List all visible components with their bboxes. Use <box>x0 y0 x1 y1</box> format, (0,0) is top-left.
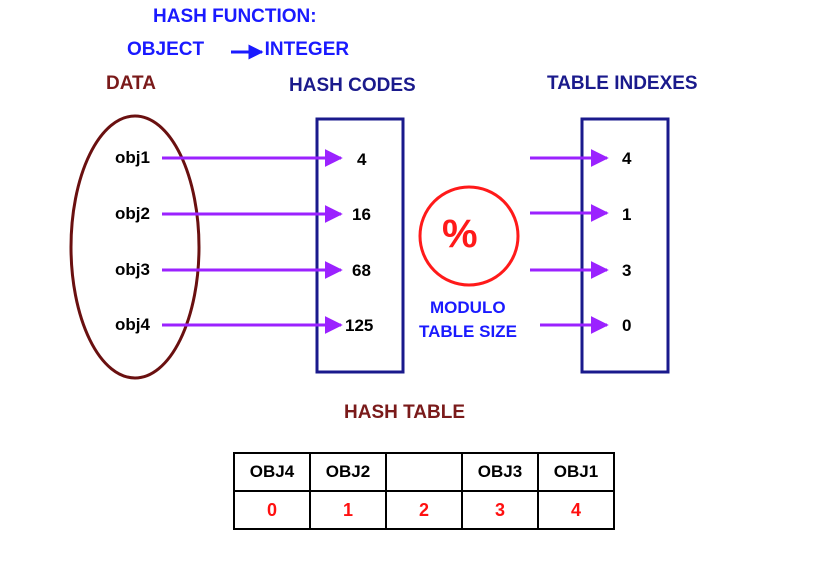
hash-table-slot: OBJ4 <box>233 452 311 492</box>
object-label: OBJECT <box>127 39 205 60</box>
table-size-label: TABLE SIZE <box>419 322 517 341</box>
hash-function-title: HASH FUNCTION: <box>153 6 317 27</box>
hash-table-title: HASH TABLE <box>344 402 466 423</box>
object-label: obj2 <box>115 204 150 223</box>
hash-table-slot: OBJ3 <box>461 452 539 492</box>
hash-code-value: 68 <box>352 261 371 280</box>
hash-table-index: 0 <box>233 490 311 530</box>
object-label: obj4 <box>115 315 150 334</box>
hash-table-index: 2 <box>385 490 463 530</box>
hash-table-slot: OBJ1 <box>537 452 615 492</box>
hash-table-slots-row: OBJ4 OBJ2 OBJ3 OBJ1 <box>233 452 615 492</box>
table-index-value: 4 <box>622 149 632 168</box>
object-to-integer: OBJECT INTEGER <box>127 39 349 61</box>
hash-table-slot <box>385 452 463 492</box>
hash-table-index: 1 <box>309 490 387 530</box>
hash-table-index: 4 <box>537 490 615 530</box>
hash-code-value: 4 <box>357 150 367 169</box>
hash-table-slot: OBJ2 <box>309 452 387 492</box>
object-label: obj1 <box>115 148 150 167</box>
table-index-value: 1 <box>622 205 632 224</box>
table-index-value: 3 <box>622 261 632 280</box>
hash-table-index: 3 <box>461 490 539 530</box>
modulo-label: MODULO <box>430 298 506 317</box>
hash-code-value: 125 <box>345 316 374 335</box>
hash-codes-header: HASH CODES <box>289 75 416 96</box>
hash-code-value: 16 <box>352 205 371 224</box>
data-header: DATA <box>106 73 156 94</box>
hash-table-index-row: 0 1 2 3 4 <box>233 490 615 530</box>
percent-symbol: % <box>442 212 478 256</box>
hash-table: OBJ4 OBJ2 OBJ3 OBJ1 0 1 2 3 4 <box>233 452 615 530</box>
object-label: obj3 <box>115 260 150 279</box>
table-indexes-header: TABLE INDEXES <box>547 73 698 94</box>
integer-label: INTEGER <box>264 39 350 60</box>
table-index-value: 0 <box>622 316 632 335</box>
